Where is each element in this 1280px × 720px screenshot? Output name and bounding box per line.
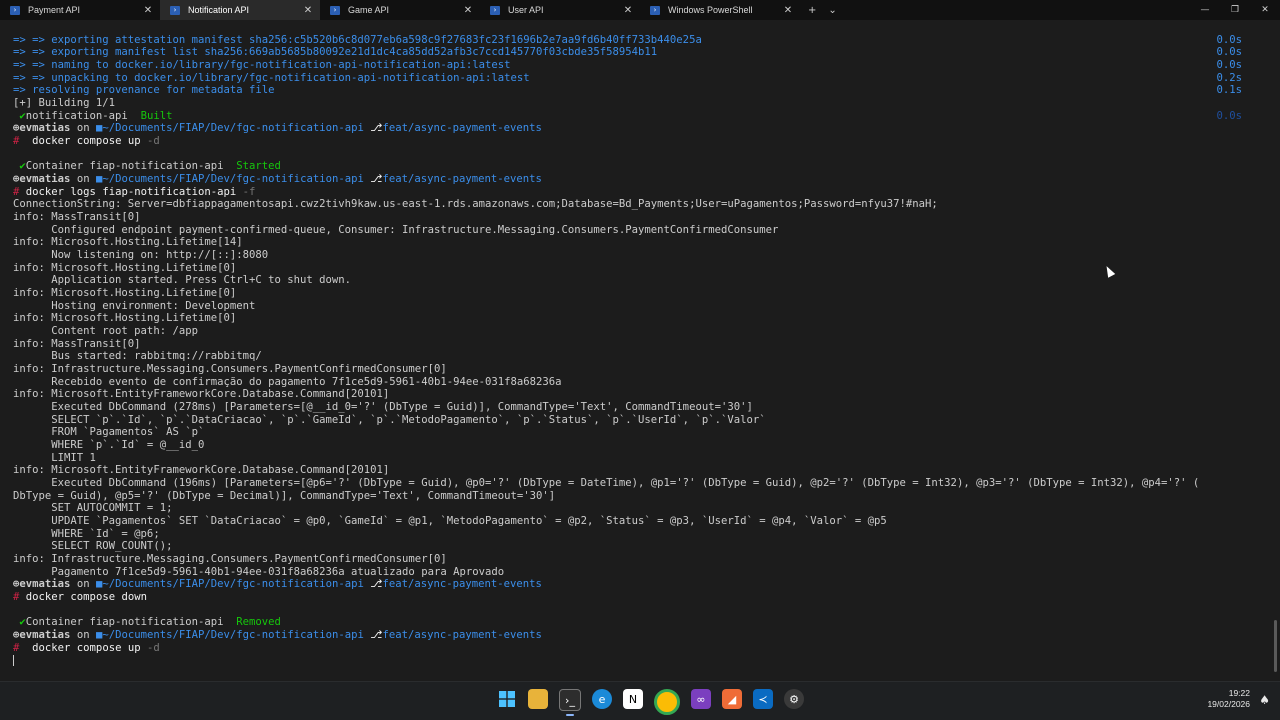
close-icon[interactable]: ✕ [302, 5, 314, 16]
powershell-icon: › [330, 5, 340, 15]
check-icon: ✔ [13, 160, 26, 172]
powershell-icon: › [490, 5, 500, 15]
notification-bell-icon[interactable]: ♠ [1259, 693, 1270, 707]
log-line: WHERE `p`.`Id` = @__id_0 [13, 439, 205, 451]
step-time: 0.0s [1216, 59, 1242, 71]
prompt-line: ⊕evmatias on ■~/Documents/FIAP/Dev/fgc-n… [13, 629, 542, 641]
prompt-caret-icon: # [13, 591, 20, 603]
maximize-button[interactable]: ❐ [1220, 5, 1250, 15]
output-line: => => exporting manifest list sha256:669… [13, 46, 658, 58]
log-line: SET AUTOCOMMIT = 1; [13, 502, 173, 514]
terminal-pane[interactable]: => => exporting attestation manifest sha… [0, 20, 1280, 682]
postman-icon[interactable]: ◢ [722, 689, 742, 709]
powershell-icon: › [10, 5, 20, 15]
git-branch-icon: ⎇ [370, 122, 383, 134]
log-line: Application started. Press Ctrl+C to shu… [13, 274, 352, 286]
prompt-caret-icon: # [13, 642, 20, 654]
log-line: info: Microsoft.Hosting.Lifetime[14] [13, 236, 243, 248]
close-icon[interactable]: ✕ [622, 5, 634, 16]
tab-bar: › Payment API ✕ › Notification API ✕ › G… [0, 0, 1280, 20]
new-tab-button[interactable]: + [808, 5, 816, 16]
log-line: Executed DbCommand (196ms) [Parameters=[… [13, 477, 1200, 489]
output-line: [+] Building 1/1 [13, 97, 116, 109]
prompt-line: ⊕evmatias on ■~/Documents/FIAP/Dev/fgc-n… [13, 122, 542, 134]
prompt-line: ⊕evmatias on ■~/Documents/FIAP/Dev/fgc-n… [13, 578, 542, 590]
prompt-caret-icon: # [13, 186, 20, 198]
log-line: info: Microsoft.EntityFrameworkCore.Data… [13, 464, 390, 476]
tab-actions: + ⌄ [808, 0, 837, 20]
taskbar-apps: ›_ e N ∞ ◢ ≺ ⚙ [496, 687, 805, 717]
status-line: ✔Container fiap-notification-api Started [13, 160, 281, 172]
git-branch-icon: ⎇ [370, 578, 383, 590]
tab-payment-api[interactable]: › Payment API ✕ [0, 0, 160, 20]
step-time: 0.1s [1216, 84, 1242, 96]
powershell-icon: › [650, 5, 660, 15]
log-line: Content root path: /app [13, 325, 198, 337]
prompt-line: ⊕evmatias on ■~/Documents/FIAP/Dev/fgc-n… [13, 173, 542, 185]
tab-user-api[interactable]: › User API ✕ [480, 0, 640, 20]
taskbar: ›_ e N ∞ ◢ ≺ ⚙ 19:22 19/02/2026 ♠ [0, 681, 1280, 720]
terminal-icon[interactable]: ›_ [559, 689, 581, 716]
tab-game-api[interactable]: › Game API ✕ [320, 0, 480, 20]
log-line: ConnectionString: Server=dbfiappagamento… [13, 198, 938, 210]
tab-label: Payment API [28, 5, 81, 15]
edge-icon[interactable]: e [592, 689, 612, 709]
log-line: info: MassTransit[0] [13, 211, 141, 223]
git-branch-icon: ⎇ [370, 629, 383, 641]
start-icon[interactable] [497, 689, 517, 709]
command-line: # docker compose down [13, 591, 147, 603]
command-line: # docker compose up -d [13, 642, 160, 654]
settings-icon[interactable]: ⚙ [784, 689, 804, 709]
log-line: Bus started: rabbitmq://rabbitmq/ [13, 350, 262, 362]
mouse-pointer-icon [1103, 264, 1116, 278]
tab-dropdown-button[interactable]: ⌄ [828, 5, 836, 16]
log-line: info: Microsoft.Hosting.Lifetime[0] [13, 312, 237, 324]
window-controls: — ❐ ✕ [1190, 0, 1280, 20]
tab-windows-powershell[interactable]: › Windows PowerShell ✕ [640, 0, 800, 20]
vscode-icon[interactable]: ≺ [753, 689, 773, 709]
file-explorer-icon[interactable] [528, 689, 548, 709]
log-line: Executed DbCommand (278ms) [Parameters=[… [13, 401, 753, 413]
output-line: => resolving provenance for metadata fil… [13, 84, 275, 96]
log-line: info: Infrastructure.Messaging.Consumers… [13, 553, 447, 565]
git-branch-icon: ⎇ [370, 173, 383, 185]
notion-icon[interactable]: N [623, 689, 643, 709]
close-window-button[interactable]: ✕ [1250, 5, 1280, 15]
tab-label: Game API [348, 5, 390, 15]
text-cursor [13, 655, 14, 666]
chrome-icon[interactable] [654, 689, 680, 715]
log-line: info: Microsoft.EntityFrameworkCore.Data… [13, 388, 390, 400]
status-line: ✔Container fiap-notification-api Removed [13, 616, 281, 628]
close-icon[interactable]: ✕ [462, 5, 474, 16]
tab-label: Notification API [188, 5, 250, 15]
step-time-faded: 0.0s [1216, 110, 1242, 122]
prompt-caret-icon: # [13, 135, 20, 147]
output-line: => => naming to docker.io/library/fgc-no… [13, 59, 511, 71]
log-line: Now listening on: http://[::]:8080 [13, 249, 269, 261]
taskbar-clock[interactable]: 19:22 19/02/2026 [1207, 688, 1250, 710]
log-line: FROM `Pagamentos` AS `p` [13, 426, 205, 438]
check-icon: ✔ [13, 110, 26, 122]
log-line: UPDATE `Pagamentos` SET `DataCriacao` = … [13, 515, 887, 527]
tab-notification-api[interactable]: › Notification API ✕ [160, 0, 320, 20]
close-icon[interactable]: ✕ [782, 5, 794, 16]
log-line: info: Microsoft.Hosting.Lifetime[0] [13, 287, 237, 299]
step-time: 0.0s [1216, 46, 1242, 58]
minimize-button[interactable]: — [1190, 5, 1220, 15]
log-line: SELECT ROW_COUNT(); [13, 540, 173, 552]
log-line: info: Infrastructure.Messaging.Consumers… [13, 363, 447, 375]
scrollbar[interactable] [1274, 620, 1277, 672]
visual-studio-icon[interactable]: ∞ [691, 689, 711, 709]
command-line: # docker compose up -d [13, 135, 160, 147]
tab-label: Windows PowerShell [668, 5, 753, 15]
check-icon: ✔ [13, 616, 26, 628]
clock-date: 19/02/2026 [1207, 699, 1250, 709]
close-icon[interactable]: ✕ [142, 5, 154, 16]
powershell-icon: › [170, 5, 180, 15]
clock-time: 19:22 [1228, 688, 1250, 698]
tab-label: User API [508, 5, 544, 15]
